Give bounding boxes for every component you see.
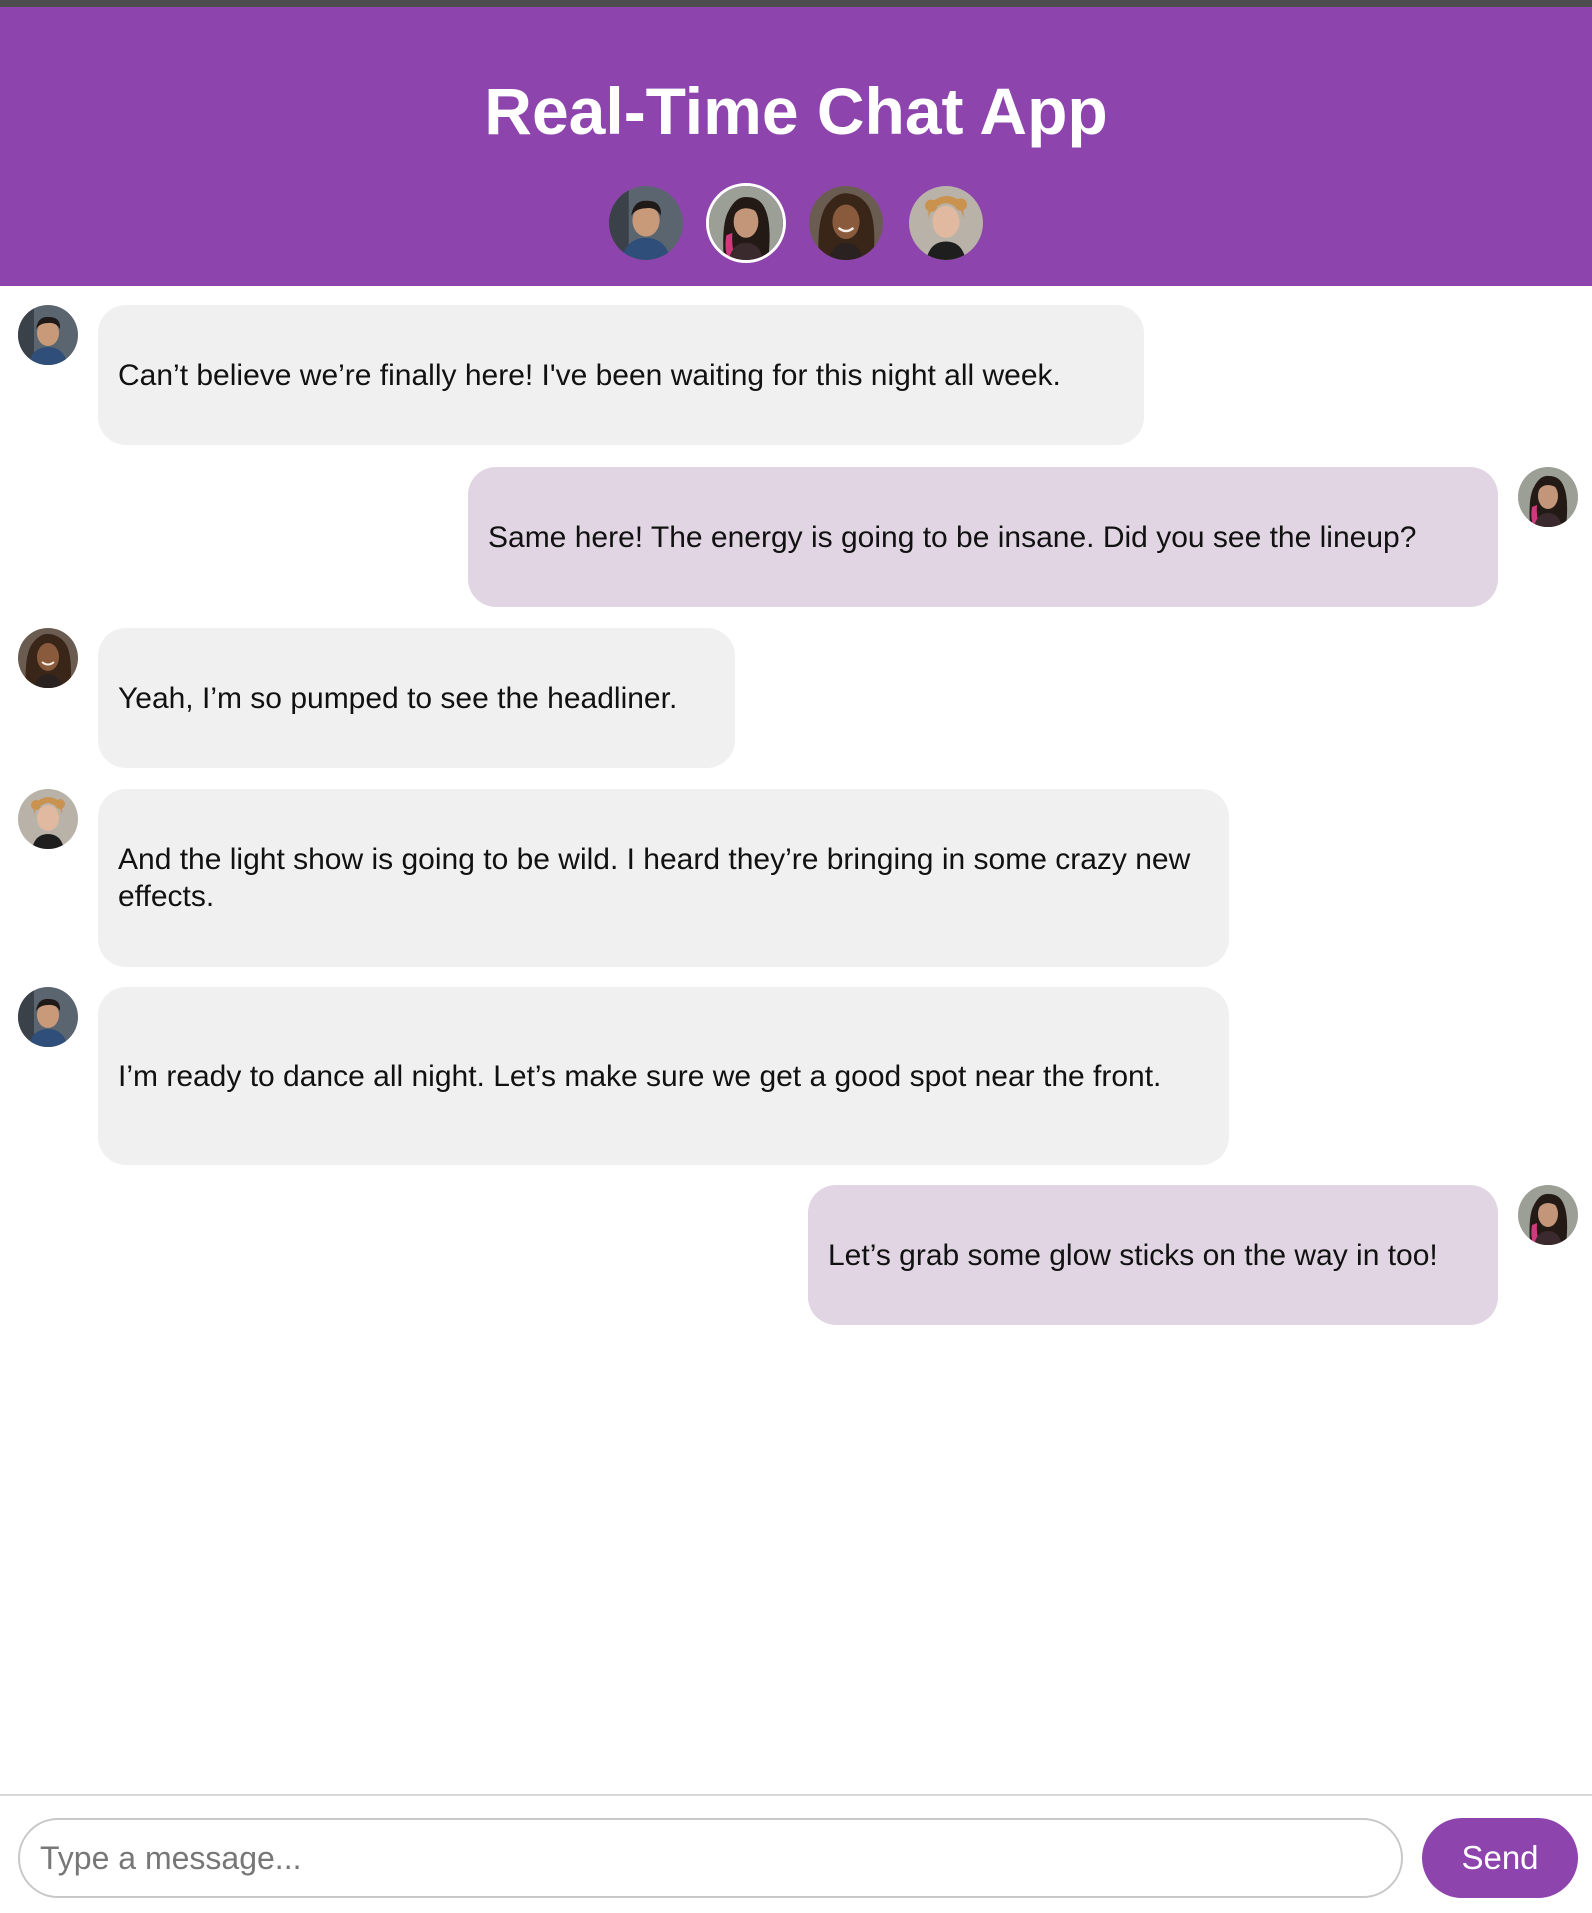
message-bubble: I’m ready to dance all night. Let’s make…	[98, 987, 1229, 1165]
sender-avatar	[18, 987, 78, 1047]
message-bubble: Can’t believe we’re finally here! I've b…	[98, 305, 1144, 445]
avatar-man-dark-hair-icon	[18, 987, 78, 1047]
message-text: Yeah, I’m so pumped to see the headliner…	[118, 681, 678, 715]
sender-avatar	[18, 789, 78, 849]
participant-avatar-4[interactable]	[906, 183, 986, 263]
message-bubble: Let’s grab some glow sticks on the way i…	[808, 1185, 1498, 1325]
window-top-border	[0, 0, 1592, 7]
message-text: And the light show is going to be wild. …	[118, 843, 1191, 913]
avatar-man-dark-hair-icon	[18, 305, 78, 365]
avatar-woman-pink-streak-icon	[1518, 1185, 1578, 1245]
avatar-woman-pink-streak-icon	[709, 186, 783, 260]
sender-avatar	[18, 628, 78, 688]
avatar-man-blond-curly-icon	[18, 789, 78, 849]
message-text: Let’s grab some glow sticks on the way i…	[828, 1238, 1438, 1272]
message-bubble: Yeah, I’m so pumped to see the headliner…	[98, 628, 735, 768]
message-list[interactable]: Can’t believe we’re finally here! I've b…	[0, 286, 1592, 1794]
message-input[interactable]	[18, 1818, 1403, 1898]
message-row: And the light show is going to be wild. …	[18, 789, 1229, 967]
message-row: Let’s grab some glow sticks on the way i…	[808, 1185, 1578, 1325]
app-title: Real-Time Chat App	[484, 74, 1108, 148]
participant-avatar-2[interactable]	[706, 183, 786, 263]
message-text: Same here! The energy is going to be ins…	[488, 520, 1417, 554]
avatar-woman-pink-streak-icon	[1518, 467, 1578, 527]
message-row: Same here! The energy is going to be ins…	[468, 467, 1578, 607]
avatar-woman-curly-hair-icon	[18, 628, 78, 688]
participant-list	[606, 183, 986, 263]
message-row: I’m ready to dance all night. Let’s make…	[18, 987, 1229, 1165]
send-button[interactable]: Send	[1422, 1818, 1578, 1898]
avatar-man-dark-hair-icon	[609, 186, 683, 260]
message-composer: Send	[0, 1794, 1592, 1913]
participant-avatar-1[interactable]	[606, 183, 686, 263]
message-row: Yeah, I’m so pumped to see the headliner…	[18, 628, 735, 768]
chat-app: Real-Time Chat App Can’t believe we’re f…	[0, 0, 1592, 1913]
avatar-woman-curly-hair-icon	[809, 186, 883, 260]
message-text: Can’t believe we’re finally here! I've b…	[118, 358, 1061, 392]
sender-avatar	[1518, 467, 1578, 527]
message-text: I’m ready to dance all night. Let’s make…	[118, 1059, 1162, 1093]
app-header: Real-Time Chat App	[0, 7, 1592, 286]
message-bubble: And the light show is going to be wild. …	[98, 789, 1229, 967]
sender-avatar	[18, 305, 78, 365]
message-bubble: Same here! The energy is going to be ins…	[468, 467, 1498, 607]
avatar-man-blond-curly-icon	[909, 186, 983, 260]
message-row: Can’t believe we’re finally here! I've b…	[18, 305, 1144, 445]
sender-avatar	[1518, 1185, 1578, 1245]
participant-avatar-3[interactable]	[806, 183, 886, 263]
